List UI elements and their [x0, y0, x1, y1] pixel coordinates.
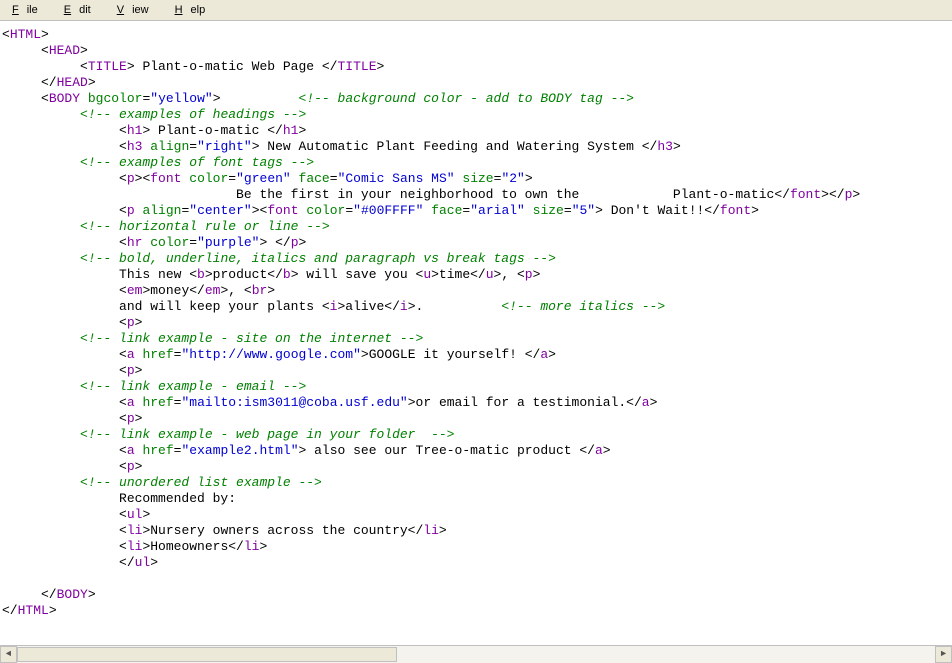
menu-file[interactable]: File	[4, 2, 54, 18]
menu-help[interactable]: Help	[167, 2, 222, 18]
scroll-thumb[interactable]	[17, 647, 397, 662]
horizontal-scrollbar[interactable]: ◄ ►	[0, 645, 952, 662]
scroll-right-button[interactable]: ►	[935, 646, 952, 663]
scroll-track[interactable]	[17, 646, 935, 663]
code-editor[interactable]: <HTML> <HEAD> <TITLE> Plant-o-matic Web …	[0, 21, 952, 645]
menu-edit[interactable]: Edit	[56, 2, 107, 18]
menu-view[interactable]: View	[109, 2, 165, 18]
menubar: File Edit View Help	[0, 0, 952, 21]
scroll-left-button[interactable]: ◄	[0, 646, 17, 663]
